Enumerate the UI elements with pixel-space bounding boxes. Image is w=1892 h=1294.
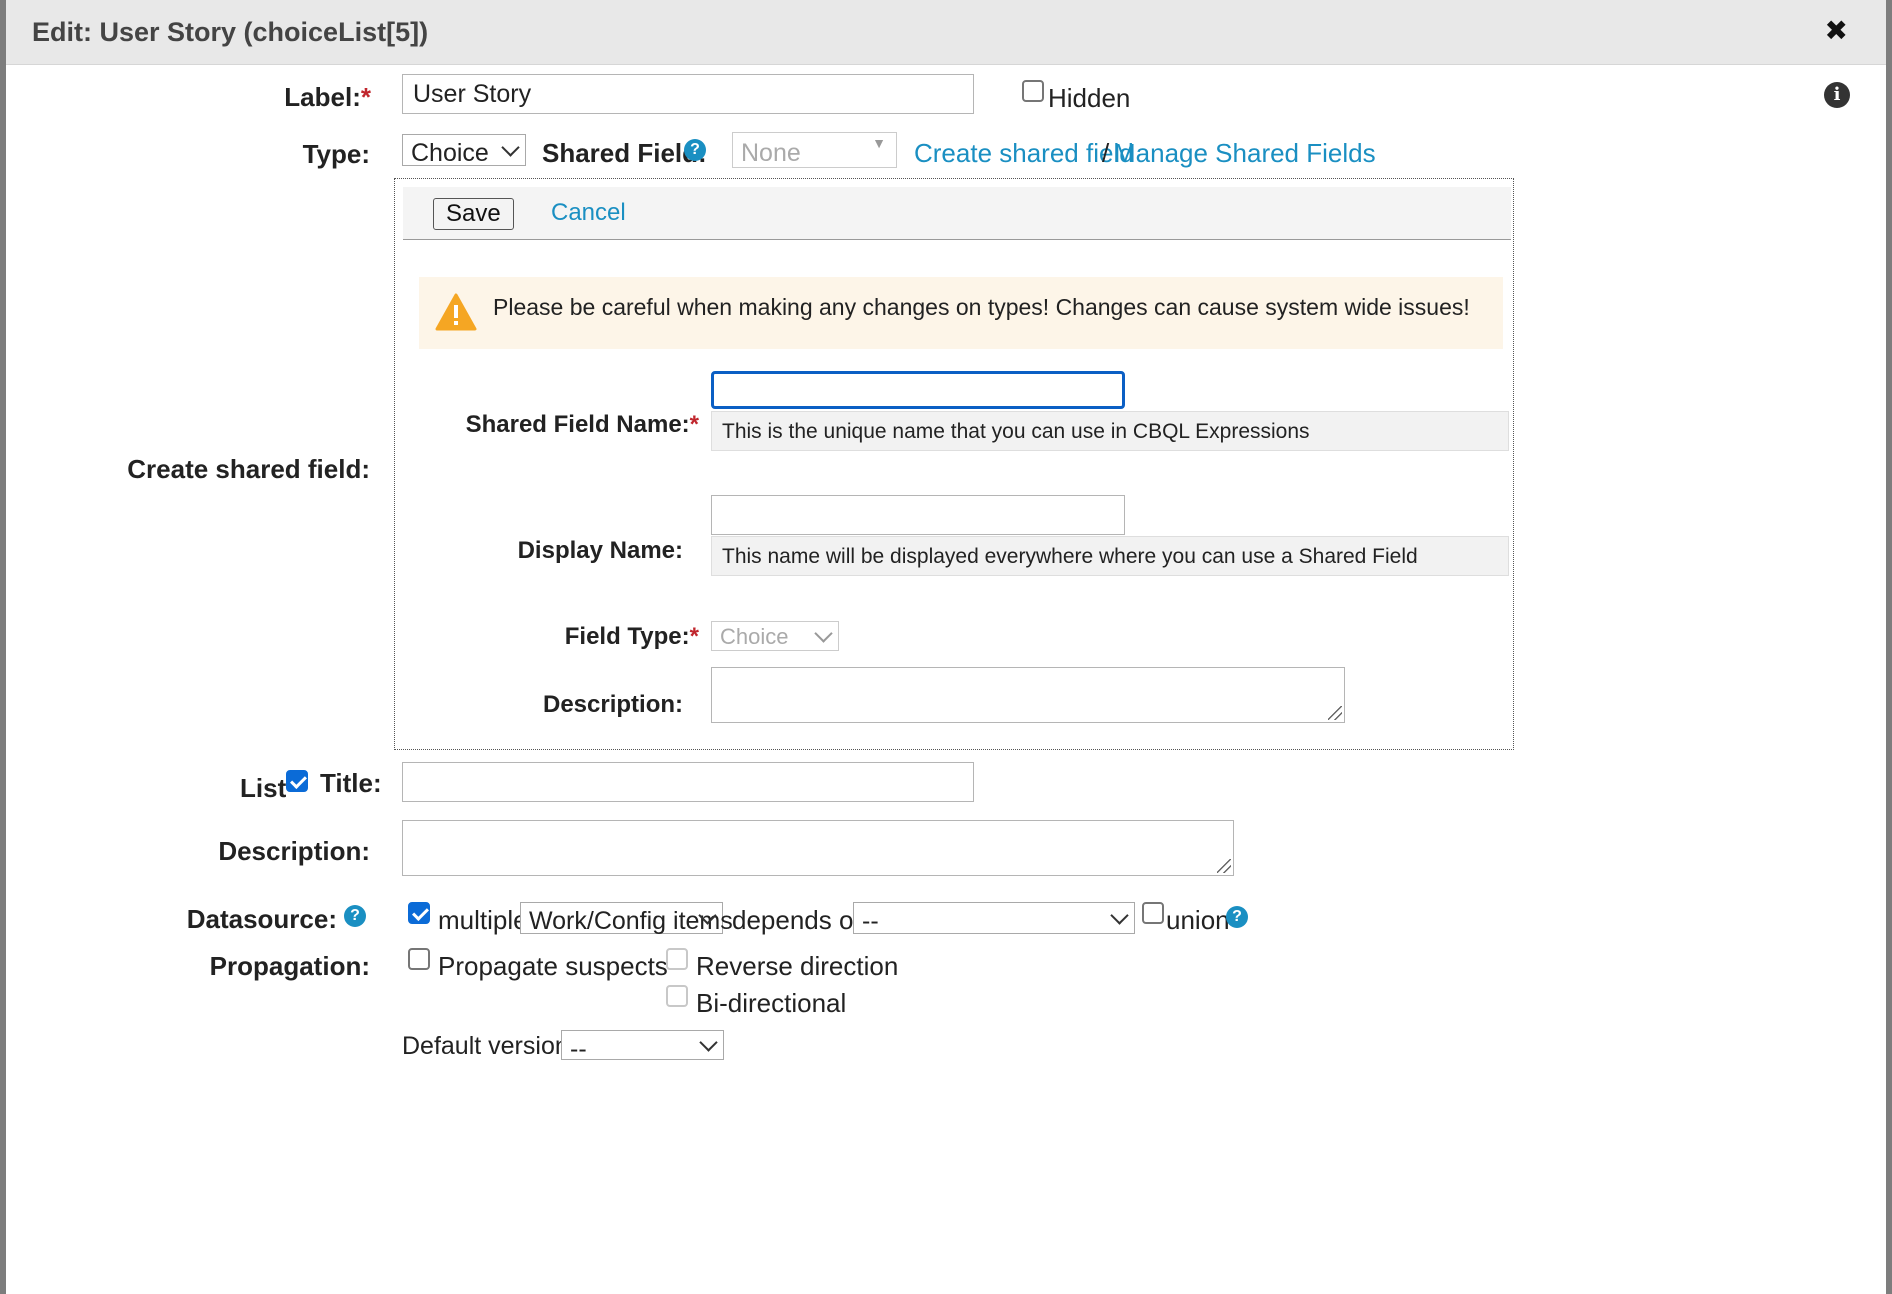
chevron-down-icon [814,624,833,643]
chevron-down-icon [699,1033,718,1052]
default-version-select-value: -- [570,1035,587,1063]
default-version-select[interactable]: -- [561,1030,724,1063]
save-button[interactable]: Save [433,198,514,230]
shared-field-name-label: Shared Field Name:* [466,411,699,439]
dialog-titlebar: Edit: User Story (choiceList[5]) ✖ [6,0,1886,65]
create-shared-field-link[interactable]: Create shared field [914,138,1134,169]
dialog-title: Edit: User Story (choiceList[5]) [32,17,429,47]
shared-field-name-label-text: Shared Field Name: [465,411,690,438]
multiple-label: multiple [438,905,528,935]
field-type-select-value: Choice [720,624,789,649]
union-checkbox[interactable] [1142,902,1164,924]
required-marker: * [360,82,371,112]
display-name-label: Display Name: [517,537,683,564]
type-select-value: Choice [411,139,489,167]
reverse-direction-label: Reverse direction [696,951,899,981]
shared-field-name-input[interactable] [711,371,1125,409]
resize-grip-icon[interactable] [1328,706,1342,720]
default-version-label: Default version: [402,1032,576,1060]
description-textarea[interactable] [402,820,1234,876]
datasource-type-select[interactable]: Work/Config items [520,902,733,935]
resize-grip-icon[interactable] [1217,859,1231,873]
chevron-down-icon [501,138,520,157]
propagation-label: Propagation: [209,951,370,981]
link-separator: / [1102,138,1110,168]
cancel-link[interactable]: Cancel [551,199,626,227]
warning-text: Please be careful when making any change… [493,294,1470,320]
propagate-suspects-label: Propagate suspects [438,951,668,981]
list-checkbox[interactable] [286,770,308,792]
depends-on-label: depends on [732,905,868,935]
create-shared-field-section-label: Create shared field: [127,454,370,484]
datasource-label: Datasource: [186,904,337,934]
union-help-icon[interactable]: ? [1226,906,1248,928]
multiple-checkbox[interactable] [408,902,430,924]
field-type-select[interactable]: Choice [711,621,839,651]
reverse-direction-checkbox[interactable] [666,948,688,970]
required-marker: * [689,623,699,650]
hidden-label: Hidden [1048,83,1131,113]
info-icon[interactable]: i [1824,82,1850,108]
shared-field-help-icon[interactable]: ? [684,139,706,161]
shared-field-select-value: None [741,139,801,167]
create-shared-field-panel: Save Cancel Please be careful when makin… [394,178,1514,750]
close-icon[interactable]: ✖ [1825,14,1848,47]
manage-shared-fields-link[interactable]: Manage Shared Fields [1114,138,1376,169]
bidirectional-checkbox[interactable] [666,985,688,1007]
field-type-label-text: Field Type: [564,623,690,650]
shared-field-label: Shared Field: [542,138,707,168]
type-select[interactable]: Choice [402,134,526,167]
shared-description-label: Description: [542,691,683,718]
depends-on-select[interactable]: -- [853,902,1135,935]
depends-on-select-value: -- [862,907,879,935]
display-name-input[interactable] [711,495,1125,535]
chevron-down-icon [1110,906,1129,925]
shared-field-name-hint: This is the unique name that you can use… [711,411,1509,451]
display-name-hint: This name will be displayed everywhere w… [711,536,1509,576]
field-type-label: Field Type:* [565,623,699,651]
description-label: Description: [218,836,370,866]
propagate-suspects-checkbox[interactable] [408,948,430,970]
panel-toolbar: Save Cancel [403,187,1511,240]
title-input[interactable] [402,762,974,802]
shared-field-select[interactable]: None ▼ [732,132,897,168]
dropdown-triangle-icon: ▼ [872,135,886,151]
bidirectional-label: Bi-directional [696,988,847,1018]
warning-banner: Please be careful when making any change… [419,277,1503,349]
backdrop-right [1886,0,1892,1294]
label-input[interactable] [402,74,974,114]
warning-icon [435,293,477,331]
label-field-label: Label:* [284,82,371,113]
hidden-checkbox[interactable] [1022,80,1044,102]
type-label: Type: [302,139,370,169]
shared-description-textarea[interactable] [711,667,1345,723]
title-label: Title: [320,768,382,798]
list-label: List [240,773,287,803]
union-label: union [1166,905,1230,935]
label-label-text: Label: [284,82,361,112]
datasource-help-icon[interactable]: ? [344,905,366,927]
required-marker: * [689,411,699,438]
edit-field-dialog: Edit: User Story (choiceList[5]) ✖ i Lab… [6,0,1886,1294]
